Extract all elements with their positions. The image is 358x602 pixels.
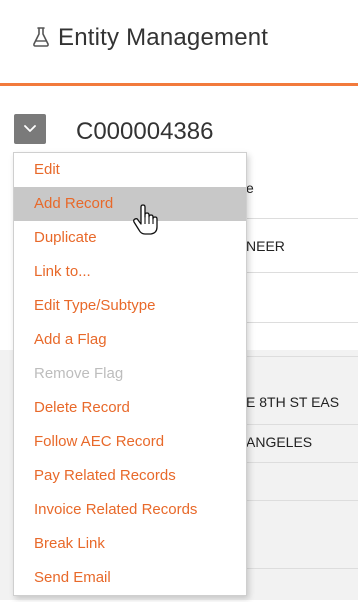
address-value: E 8TH ST EAS [246,394,340,410]
divider [246,322,358,323]
divider [246,218,358,219]
record-id: C000004386 [76,118,214,145]
menu-item-break-link[interactable]: Break Link [14,527,246,561]
flask-icon [33,27,49,47]
menu-item-invoice-related-records[interactable]: Invoice Related Records [14,493,246,527]
menu-item-edit-type-subtype[interactable]: Edit Type/Subtype [14,289,246,323]
divider [246,500,358,501]
chevron-down-icon [24,125,36,132]
menu-item-follow-aec-record[interactable]: Follow AEC Record [14,425,246,459]
menu-item-remove-flag: Remove Flag [34,365,124,382]
menu-item-link-to[interactable]: Link to... [14,255,246,289]
menu-item-duplicate[interactable]: Duplicate [14,221,246,255]
page-title: Entity Management [58,24,269,51]
menu-item-pay-related-records[interactable]: Pay Related Records [14,459,246,493]
menu-item-delete-record[interactable]: Delete Record [14,391,246,425]
divider [246,272,358,273]
menu-item-edit[interactable]: Edit [14,153,246,187]
menu-item-add-record[interactable]: Add Record [14,187,246,221]
divider [246,424,358,425]
field-label-partial: e [246,180,254,196]
type-value: NEER [246,238,285,254]
divider [246,356,358,357]
city-value: ANGELES [246,434,313,450]
divider [246,462,358,463]
divider [246,568,358,569]
actions-menu: Edit Add Record Duplicate Link to... Edi… [13,152,247,596]
menu-item-add-flag[interactable]: Add a Flag [14,323,246,357]
menu-item-send-email[interactable]: Send Email [14,561,246,595]
actions-dropdown-button[interactable] [14,114,46,144]
app-header: Entity Management [0,0,358,86]
